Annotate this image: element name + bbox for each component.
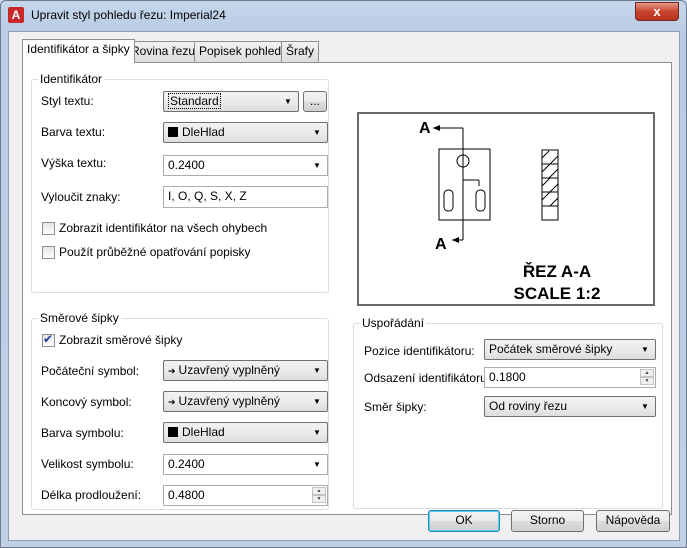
arrow-direction-label: Směr šipky: — [364, 400, 427, 414]
exclude-characters-input[interactable]: I, O, Q, S, X, Z — [163, 186, 328, 208]
symbol-color-select[interactable]: DleHlad ▼ — [163, 422, 328, 443]
chevron-down-icon: ▼ — [313, 397, 321, 406]
end-symbol-label: Koncový symbol: — [41, 395, 132, 409]
identifier-position-select[interactable]: Počátek směrové šipky ▼ — [484, 339, 656, 360]
text-style-select[interactable]: Standard ▼ — [163, 91, 299, 112]
arrow-direction-value: Od roviny řezu — [489, 399, 568, 413]
tab-hatch[interactable]: Šrafy — [281, 41, 320, 62]
identifier-group-title: Identifikátor — [38, 72, 105, 86]
spin-up-icon[interactable]: ▲ — [312, 487, 326, 495]
tab-view-label[interactable]: Popisek pohledu — [194, 41, 293, 62]
identifier-offset-value: 0.1800 — [489, 370, 526, 384]
start-symbol-label: Počáteční symbol: — [41, 364, 140, 378]
preview-label-a-bottom: A — [435, 236, 447, 253]
show-at-bends-label: Zobrazit identifikátor na všech ohybech — [59, 221, 268, 235]
spin-down-icon[interactable]: ▼ — [312, 495, 326, 503]
continuous-labeling-label: Použít průběžné opatřování popisky — [59, 245, 251, 259]
start-symbol-select[interactable]: ➔ Uzavřený vyplněný ▼ — [163, 360, 328, 381]
arrow-direction-select[interactable]: Od roviny řezu ▼ — [484, 396, 656, 417]
extension-length-label: Délka prodloužení: — [41, 488, 142, 502]
text-color-label: Barva textu: — [41, 125, 106, 139]
section-view-preview: A A ŘEZ A-A SCALE 1:2 — [419, 120, 601, 303]
extension-length-input[interactable]: 0.4800 ▲ ▼ — [163, 485, 328, 506]
tab-identifier-arrows[interactable]: Identifikátor a šipky — [22, 39, 135, 63]
ok-button[interactable]: OK — [428, 510, 500, 532]
spin-down-icon[interactable]: ▼ — [640, 377, 654, 385]
show-at-bends-checkbox[interactable] — [42, 222, 55, 235]
title-bar[interactable]: A Upravit styl pohledu řezu: Imperial24 … — [1, 1, 686, 31]
spinner[interactable]: ▲ ▼ — [640, 369, 654, 386]
chevron-down-icon: ▼ — [284, 97, 292, 106]
chevron-down-icon: ▼ — [313, 428, 321, 437]
text-color-select[interactable]: DleHlad ▼ — [163, 122, 328, 143]
text-style-value: Standard — [168, 93, 221, 109]
preview-scale-text: SCALE 1:2 — [514, 284, 601, 303]
spin-up-icon[interactable]: ▲ — [640, 369, 654, 377]
tab-panel: Identifikátor Styl textu: Standard ▼ ...… — [22, 62, 672, 515]
color-swatch-icon — [168, 427, 178, 437]
text-color-value: DleHlad — [182, 125, 225, 139]
symbol-color-value: DleHlad — [182, 425, 225, 439]
identifier-group: Identifikátor Styl textu: Standard ▼ ...… — [31, 72, 329, 293]
window-title: Upravit styl pohledu řezu: Imperial24 — [31, 8, 226, 22]
continuous-labeling-checkbox[interactable] — [42, 246, 55, 259]
text-height-value: 0.2400 — [168, 158, 205, 172]
chevron-down-icon: ▼ — [313, 366, 321, 375]
show-arrows-label: Zobrazit směrové šipky — [59, 333, 183, 347]
chevron-down-icon: ▼ — [641, 345, 649, 354]
layout-group-title: Uspořádání — [360, 316, 427, 330]
help-button[interactable]: Nápověda — [596, 510, 670, 532]
symbol-size-value: 0.2400 — [168, 457, 205, 471]
text-height-select[interactable]: 0.2400 ▼ — [163, 155, 328, 176]
close-button[interactable]: x — [635, 2, 679, 21]
end-symbol-select[interactable]: ➔ Uzavřený vyplněný ▼ — [163, 391, 328, 412]
text-style-label: Styl textu: — [41, 94, 94, 108]
filled-arrow-icon: ➔ — [168, 397, 176, 407]
text-height-label: Výška textu: — [41, 156, 107, 170]
identifier-offset-input[interactable]: 0.1800 ▲ ▼ — [484, 367, 656, 388]
autocad-app-icon: A — [8, 7, 24, 23]
arrows-group-title: Směrové šipky — [38, 311, 121, 325]
chevron-down-icon: ▼ — [313, 128, 321, 137]
symbol-color-label: Barva symbolu: — [41, 426, 124, 440]
exclude-characters-label: Vyloučit znaky: — [41, 190, 121, 204]
show-arrows-checkbox[interactable] — [42, 332, 55, 347]
start-symbol-value: Uzavřený vyplněný — [178, 363, 280, 377]
spinner[interactable]: ▲ ▼ — [312, 487, 326, 504]
symbol-size-select[interactable]: 0.2400 ▼ — [163, 454, 328, 475]
browse-text-style-button[interactable]: ... — [303, 91, 327, 112]
dialog-client: Identifikátor a šipky Rovina řezu Popise… — [8, 31, 680, 541]
color-swatch-icon — [168, 127, 178, 137]
dialog-window: A Upravit styl pohledu řezu: Imperial24 … — [0, 0, 687, 548]
preview-pane: A A ŘEZ A-A SCALE 1:2 — [357, 112, 655, 306]
identifier-position-value: Počátek směrové šipky — [489, 342, 613, 356]
chevron-down-icon: ▼ — [313, 161, 321, 170]
identifier-offset-label: Odsazení identifikátoru: — [364, 371, 491, 385]
preview-label-a-top: A — [419, 120, 431, 137]
end-symbol-value: Uzavřený vyplněný — [178, 394, 280, 408]
identifier-position-label: Pozice identifikátoru: — [364, 344, 475, 358]
chevron-down-icon: ▼ — [641, 402, 649, 411]
layout-group: Uspořádání Pozice identifikátoru: Počáte… — [353, 316, 663, 509]
symbol-size-label: Velikost symbolu: — [41, 457, 134, 471]
cancel-button[interactable]: Storno — [511, 510, 584, 532]
direction-arrows-group: Směrové šipky Zobrazit směrové šipky Poč… — [31, 311, 329, 510]
extension-length-value: 0.4800 — [168, 488, 205, 502]
filled-arrow-icon: ➔ — [168, 366, 176, 376]
tab-cutting-plane[interactable]: Rovina řezu — [126, 41, 201, 62]
chevron-down-icon: ▼ — [313, 460, 321, 469]
preview-section-title: ŘEZ A-A — [523, 262, 591, 281]
